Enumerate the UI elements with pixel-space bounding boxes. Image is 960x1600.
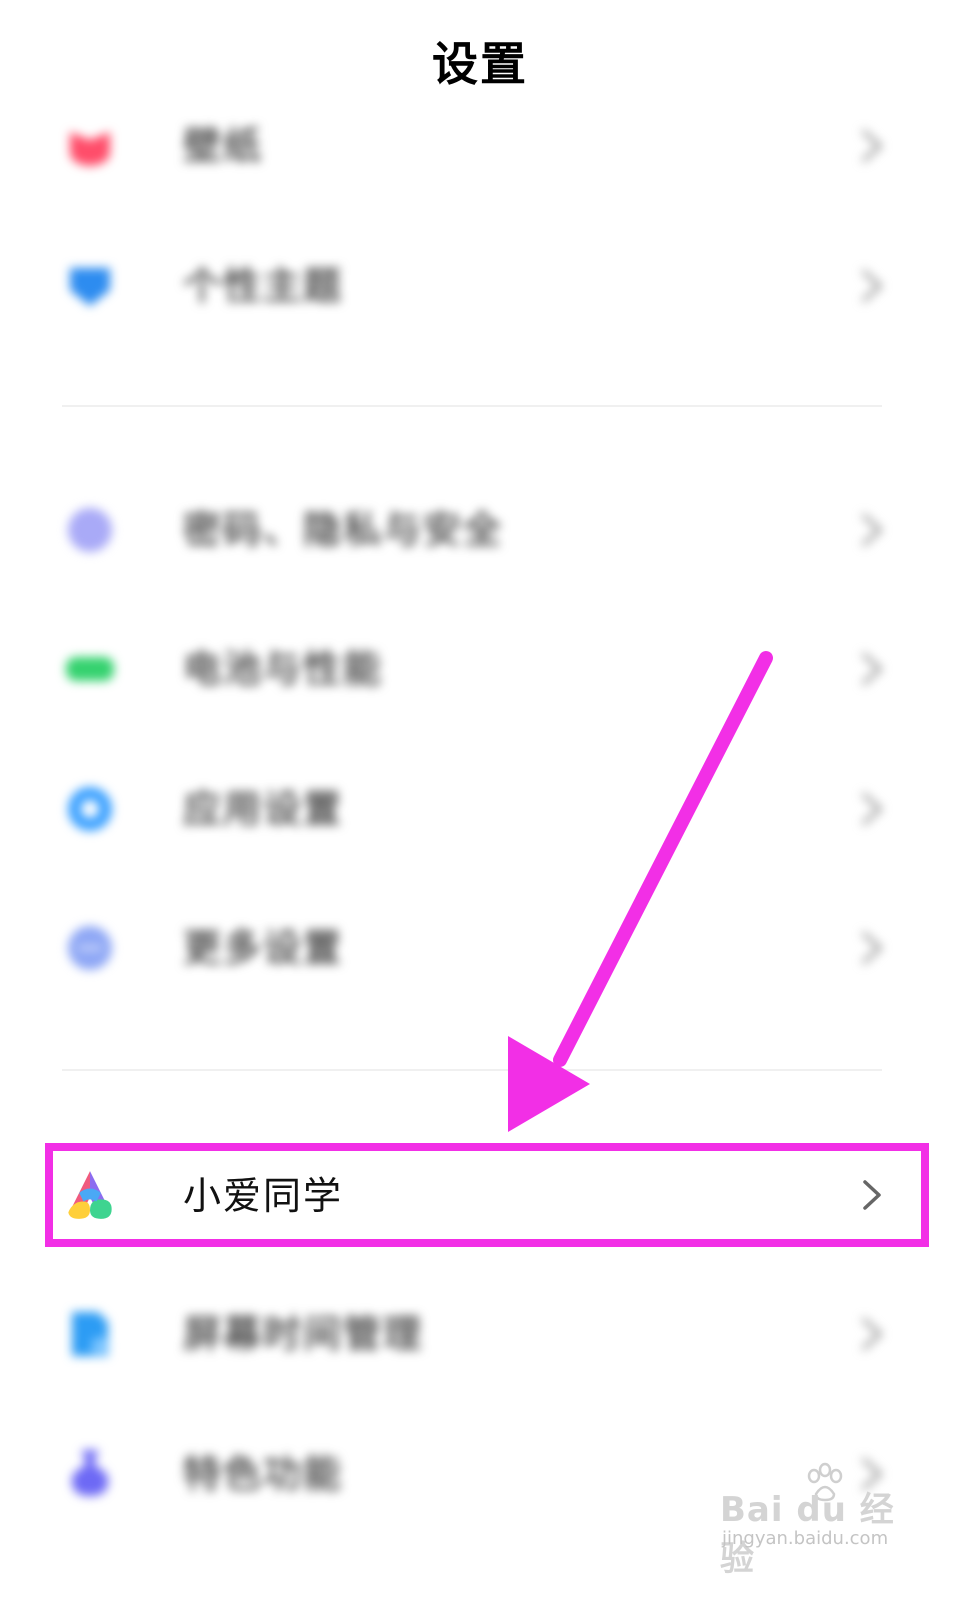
- baidu-jingyan-watermark: Bai du 经验 jingyan.baidu.com: [720, 1462, 900, 1579]
- settings-item-label: 密码、隐私与安全: [183, 508, 504, 552]
- chevron-right-icon: [862, 514, 882, 546]
- settings-item-more-settings[interactable]: 更多设置: [0, 888, 960, 1008]
- page-title: 设置: [432, 37, 528, 91]
- settings-item-label: 应用设置: [183, 787, 344, 831]
- settings-item-app-settings[interactable]: 应用设置: [0, 749, 960, 869]
- section-divider: [62, 405, 882, 407]
- settings-item-privacy[interactable]: 密码、隐私与安全: [0, 470, 960, 590]
- settings-item-label: 壁纸: [183, 124, 264, 168]
- highlight-box: [45, 1143, 929, 1247]
- wallpaper-icon: [70, 132, 110, 166]
- chevron-right-icon: [862, 653, 882, 685]
- more-settings-icon: [68, 926, 112, 970]
- settings-item-wallpaper[interactable]: 壁纸: [0, 86, 960, 206]
- watermark-url: jingyan.baidu.com: [722, 1528, 889, 1549]
- chevron-right-icon: [862, 793, 882, 825]
- theme-icon: [70, 268, 110, 306]
- battery-icon: [66, 657, 114, 681]
- app-settings-icon: [68, 787, 112, 831]
- privacy-icon: [68, 508, 112, 552]
- chevron-right-icon: [862, 932, 882, 964]
- settings-item-label: 屏幕时间管理: [183, 1312, 424, 1356]
- settings-item-screen-time[interactable]: 屏幕时间管理: [0, 1274, 960, 1394]
- features-flask-icon: [71, 1450, 109, 1496]
- settings-item-label: 特色功能: [183, 1452, 344, 1496]
- settings-item-theme[interactable]: 个性主题: [0, 226, 960, 346]
- screen-time-icon: [72, 1312, 109, 1356]
- settings-item-label: 个性主题: [183, 264, 344, 308]
- chevron-right-icon: [862, 1318, 882, 1350]
- settings-item-label: 电池与性能: [183, 647, 384, 691]
- chevron-right-icon: [862, 130, 882, 162]
- section-divider: [62, 1069, 882, 1071]
- settings-item-battery[interactable]: 电池与性能: [0, 609, 960, 729]
- settings-item-label: 更多设置: [183, 926, 344, 970]
- chevron-right-icon: [862, 270, 882, 302]
